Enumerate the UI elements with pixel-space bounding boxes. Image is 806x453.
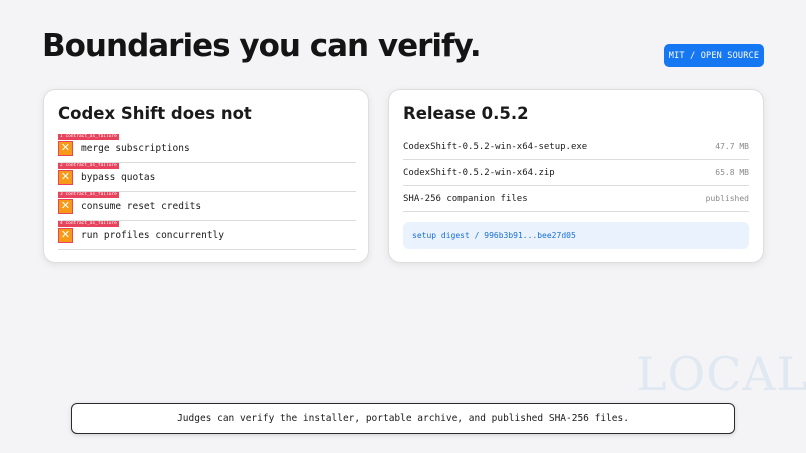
digest-label: setup digest xyxy=(412,231,470,240)
file-name: CodexShift-0.5.2-win-x64-setup.exe xyxy=(403,142,588,152)
release-card-title: Release 0.5.2 xyxy=(403,104,529,123)
failure-tag: 1 contract_as_failure xyxy=(58,134,119,140)
digest-value: 996b3b91...bee27d05 xyxy=(484,231,576,240)
footer-note: Judges can verify the installer, portabl… xyxy=(71,403,735,434)
file-size: 47.7 MB xyxy=(715,142,749,151)
release-file-list: CodexShift-0.5.2-win-x64-setup.exe 47.7 … xyxy=(403,134,749,212)
digest-separator: / xyxy=(469,231,485,240)
local-watermark: LOCAL xyxy=(636,347,806,401)
limit-label: run profiles concurrently xyxy=(81,230,224,241)
file-size: 65.8 MB xyxy=(715,168,749,177)
failure-tag: 4 contract_as_failure xyxy=(58,221,119,227)
failure-tag: 2 contract_as_failure xyxy=(58,163,119,169)
file-row[interactable]: SHA-256 companion files published xyxy=(403,186,749,212)
limits-card-title: Codex Shift does not xyxy=(58,104,252,123)
limit-label: bypass quotas xyxy=(81,172,156,183)
x-mark-icon: ✕ xyxy=(58,199,73,214)
x-mark-icon: ✕ xyxy=(58,141,73,156)
list-item: 4 contract_as_failure ✕ run profiles con… xyxy=(58,221,356,250)
file-name: CodexShift-0.5.2-win-x64.zip xyxy=(403,168,555,178)
list-item: 3 contract_as_failure ✕ consume reset cr… xyxy=(58,192,356,221)
file-status: published xyxy=(705,194,749,203)
file-row[interactable]: CodexShift-0.5.2-win-x64.zip 65.8 MB xyxy=(403,160,749,186)
failure-tag: 3 contract_as_failure xyxy=(58,192,119,198)
list-item: 1 contract_as_failure ✕ merge subscripti… xyxy=(58,134,356,163)
file-name: SHA-256 companion files xyxy=(403,194,528,204)
release-card: Release 0.5.2 CodexShift-0.5.2-win-x64-s… xyxy=(388,89,764,263)
file-row[interactable]: CodexShift-0.5.2-win-x64-setup.exe 47.7 … xyxy=(403,134,749,160)
x-mark-icon: ✕ xyxy=(58,228,73,243)
limit-label: merge subscriptions xyxy=(81,143,190,154)
limit-label: consume reset credits xyxy=(81,201,202,212)
setup-digest[interactable]: setup digest / 996b3b91...bee27d05 xyxy=(403,222,749,249)
list-item: 2 contract_as_failure ✕ bypass quotas xyxy=(58,163,356,192)
license-badge[interactable]: MIT / OPEN SOURCE xyxy=(664,44,764,67)
x-mark-icon: ✕ xyxy=(58,170,73,185)
limits-card: Codex Shift does not 1 contract_as_failu… xyxy=(43,89,369,263)
page-title: Boundaries you can verify. xyxy=(42,28,482,64)
limits-list: 1 contract_as_failure ✕ merge subscripti… xyxy=(58,134,356,250)
